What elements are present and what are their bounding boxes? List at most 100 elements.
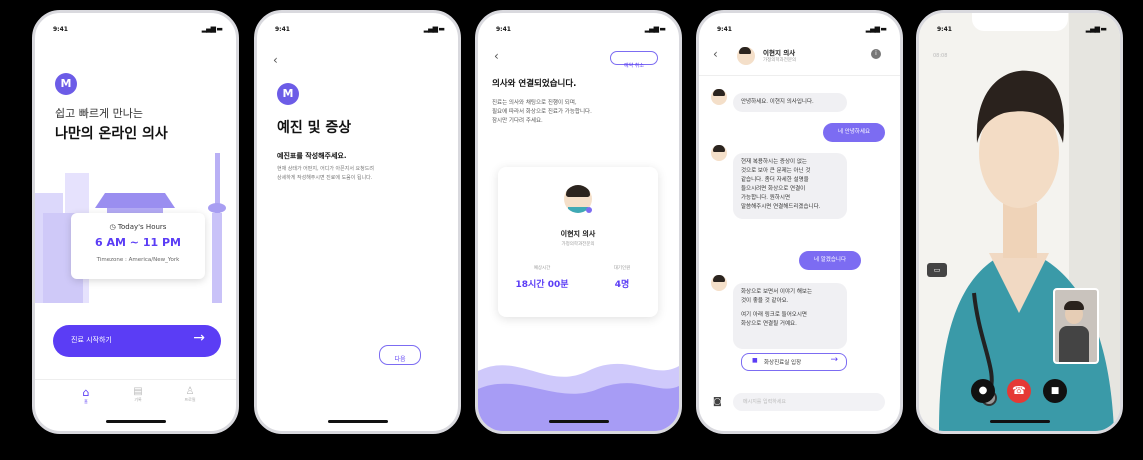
status-time: 9:41 [717,26,732,33]
message-line: 들으시려면 화상으로 연결이 [741,186,806,192]
mute-button[interactable]: ● [971,379,995,403]
notch [971,13,1068,31]
signal-icon: ▂▄▆ ▬ [423,25,445,33]
start-consultation-button[interactable]: 진료 시작하기 → [53,325,221,357]
back-icon[interactable]: ‹ [273,53,278,67]
message-line: 말씀해주시면 연결해드리겠습니다. [741,204,821,210]
camera-icon[interactable]: ◙ [713,397,722,407]
chat-avatar [711,145,727,161]
notch [751,13,848,31]
doctor-name: 이현지 의사 [560,230,596,238]
phone-home-screen: 9:41 ▂▄▆ ▬ M 쉽고 빠르게 만나는 나만의 온라인 의사 ◷ Tod… [32,10,239,434]
next-button-label: 다음 [394,356,406,363]
signal-icon: ▂▄▆ ▬ [865,25,887,33]
nav-records-label: 기록 [134,397,142,402]
home-indicator [548,420,609,423]
signal-icon: ▂▄▆ ▬ [644,25,666,33]
next-button[interactable]: 다음 [379,345,421,365]
hours-label: Today's Hours [117,223,167,231]
phone-chat-screen: 9:41 ▂▄▆ ▬ ‹ 이현지 의사 가정의학과전문의 i 안녕하세요. 이현… [696,10,903,434]
status-time: 9:41 [937,26,952,33]
hours-value: 6 AM ~ 11 PM [95,236,181,249]
message-line: 같습니다. 좀더 자세한 설명을 [741,177,809,183]
wait-count-value: 4명 [614,280,630,290]
description-line-2: 상세하게 작성해주시면 진료에 도움이 됩니다. [277,175,373,181]
doctor-name: 이현지 의사 [763,49,796,57]
video-room-button-label: 화상진료실 입장 [764,360,802,366]
self-view-video[interactable] [1053,288,1099,364]
nav-home-label: 홈 [84,399,88,404]
status-bar: 9:41 ▂▄▆ ▬ [478,13,679,43]
message-line: 가능합니다. 원하시면 [741,195,791,201]
message-line: 화상으로 보면서 이야기 해보는 [741,289,813,295]
status-time: 9:41 [275,26,290,33]
wave-illustration [478,363,679,431]
info-icon[interactable]: i [871,49,881,59]
phone-video-call-screen: 9:41 ▂▄▆ ▬ 08:08 ▭ ● ☎ ■ [916,10,1123,434]
bottom-nav: ⌂ 홈 ▤ 기록 ♙ 프로필 [35,379,236,420]
microphone-icon: ● [978,385,988,396]
status-bar: 9:41 ▂▄▆ ▬ [699,13,900,43]
app-logo: M [55,73,77,95]
doctor-video-feed [919,13,1120,431]
chat-avatar [711,89,727,105]
back-icon[interactable]: ‹ [713,47,718,61]
cancel-button-label: 예약 취소 [624,63,644,69]
camera-toggle-button[interactable]: ■ [1043,379,1067,403]
arrow-right-icon: → [830,355,838,365]
notch [530,13,627,31]
video-camera-icon: ■ [752,357,758,364]
message-input-placeholder: 메시지를 입력하세요 [743,399,786,405]
doctor-card: 이현지 의사 가정의학과전문의 예상시간 18시간 00분 대기인원 4명 [498,167,658,317]
message-line: 것이 좋을 것 같아요. [741,298,789,304]
chat-message-incoming: 현재 복용하시는 증상이 없는 것으로 보아 큰 문제는 아닌 것 같습니다. … [733,153,847,219]
chat-avatar [711,275,727,291]
status-bar: 9:41 ▂▄▆ ▬ [919,13,1120,43]
message-line: 여기 아래 링크로 들어오시면 [741,312,807,318]
hang-up-icon: ☎ [1012,384,1026,397]
page-title: 예진 및 증상 [277,120,352,136]
headline-line-2: 나만의 온라인 의사 [55,126,168,142]
description-line-1: 진료는 의사와 채팅으로 진행이 되며, [492,100,577,106]
doctor-department: 가정의학과전문의 [763,58,797,63]
doctor-department: 가정의학과전문의 [561,242,595,247]
doctor-avatar [737,47,755,65]
status-time: 9:41 [496,26,511,33]
chat-message-incoming: 안녕하세요. 이현지 의사입니다. [733,93,847,112]
phone-symptom-screen: 9:41 ▂▄▆ ▬ ‹ M 예진 및 증상 예진표를 작성해주세요. 현재 상… [254,10,461,434]
home-icon: ⌂ [82,386,90,399]
wait-count-label: 대기인원 [613,266,631,271]
arrow-right-icon: → [193,330,205,346]
description-line-1: 현재 상태가 어떤지, 어디가 아픈지서 요청드려 [277,166,374,172]
cancel-reservation-button[interactable]: 예약 취소 [610,51,658,69]
message-input[interactable]: 메시지를 입력하세요 [733,393,885,411]
chat-toggle-icon[interactable]: ▭ [927,263,947,277]
nav-profile[interactable]: ♙ 프로필 [175,386,205,403]
home-indicator [327,420,388,423]
signal-icon: ▂▄▆ ▬ [1085,25,1107,33]
end-call-button[interactable]: ☎ [1007,379,1031,403]
message-line: 것으로 보아 큰 문제는 아닌 것 [741,168,811,174]
headline-line-1: 쉽고 빠르게 만나는 [55,107,143,120]
status-bar: 9:41 ▂▄▆ ▬ [35,13,236,43]
notch [87,13,184,31]
nav-records[interactable]: ▤ 기록 [123,386,153,403]
page-subtitle: 예진표를 작성해주세요. [277,152,347,160]
video-room-button[interactable]: ■ 화상진료실 입장 → [741,353,847,371]
verified-badge-icon [586,207,592,213]
nav-profile-label: 프로필 [184,397,196,402]
signal-icon: ▂▄▆ ▬ [201,25,223,33]
wait-time-label: 예상시간 [533,266,551,271]
app-logo: M [277,83,299,105]
page-title: 의사와 연결되었습니다. [492,79,577,89]
header-divider [699,75,900,76]
video-camera-icon: ■ [1050,386,1060,396]
back-icon[interactable]: ‹ [494,49,499,63]
message-line: 현재 복용하시는 증상이 없는 [741,159,807,165]
notch [309,13,406,31]
wait-time-value: 18시간 00분 [515,280,569,290]
clock-icon: ◷ [109,223,116,231]
nav-home[interactable]: ⌂ 홈 [71,386,101,405]
document-icon: ▤ [133,386,143,397]
chat-message-outgoing: 네 안녕하세요 [823,123,885,142]
